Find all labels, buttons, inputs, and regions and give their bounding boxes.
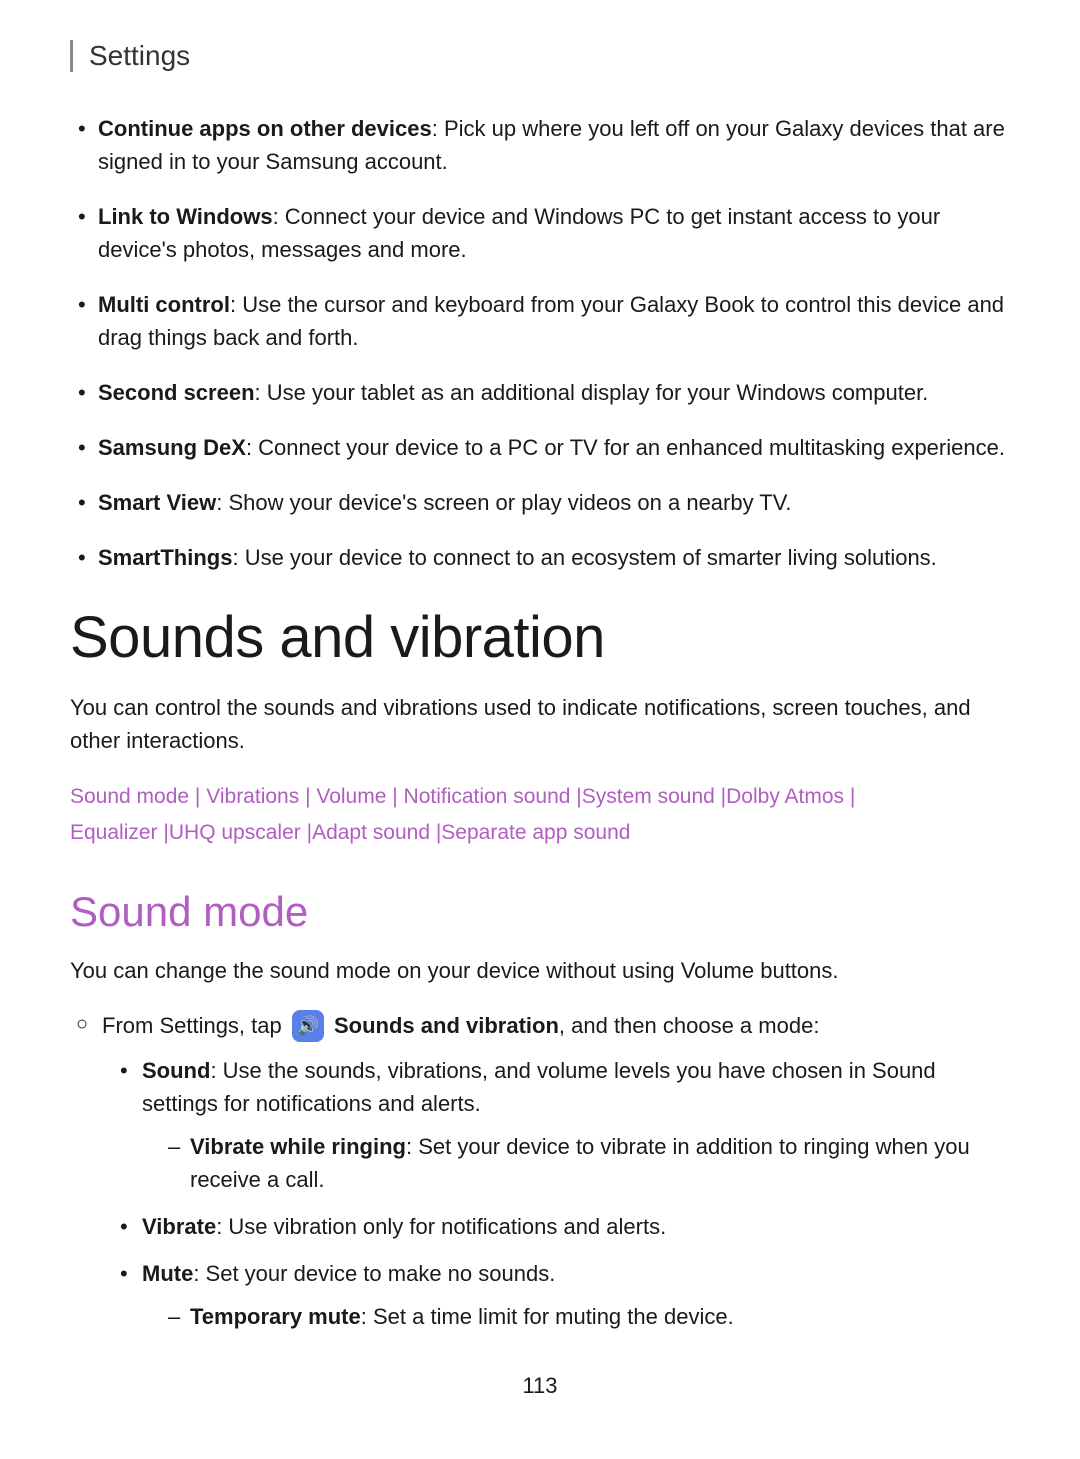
list-item: SmartThings: Use your device to connect … (70, 541, 1010, 574)
nav-link-system-sound[interactable]: System sound (582, 785, 715, 808)
term-multi-control: Multi control (98, 292, 230, 317)
desc-smart-view: : Show your device's screen or play vide… (216, 490, 791, 515)
mute-sub-list: Temporary mute: Set a time limit for mut… (162, 1300, 1010, 1333)
sub-vibrate-while-ringing: Vibrate while ringing: Set your device t… (162, 1130, 1010, 1196)
page: Settings Continue apps on other devices:… (0, 0, 1080, 1459)
term-samsung-dex: Samsung DeX (98, 435, 246, 460)
mode-sound-term: Sound (142, 1058, 210, 1083)
desc-multi-control: : Use the cursor and keyboard from your … (98, 292, 1004, 350)
desc-samsung-dex: : Connect your device to a PC or TV for … (246, 435, 1005, 460)
page-number: 113 (70, 1373, 1010, 1399)
nav-link-separate-app-sound[interactable]: Separate app sound (441, 821, 630, 844)
list-item: Link to Windows: Connect your device and… (70, 200, 1010, 266)
term-continue-apps: Continue apps on other devices (98, 116, 432, 141)
mode-mute-term: Mute (142, 1261, 193, 1286)
mode-sound-desc: : Use the sounds, vibrations, and volume… (142, 1058, 936, 1116)
mode-vibrate: Vibrate: Use vibration only for notifica… (112, 1210, 1010, 1243)
nav-link-uhq-upscaler[interactable]: UHQ upscaler (169, 821, 301, 844)
feature-list: Continue apps on other devices: Pick up … (70, 112, 1010, 574)
section-intro: You can control the sounds and vibration… (70, 691, 1010, 757)
mode-vibrate-term: Vibrate (142, 1214, 216, 1239)
step-list: From Settings, tap Sounds and vibration,… (70, 1009, 1010, 1332)
term-link-windows: Link to Windows (98, 204, 273, 229)
sound-mode-title: Sound mode (70, 888, 1010, 936)
section-title: Sounds and vibration (70, 604, 1010, 671)
list-item: Continue apps on other devices: Pick up … (70, 112, 1010, 178)
list-item: Multi control: Use the cursor and keyboa… (70, 288, 1010, 354)
sound-mode-intro: You can change the sound mode on your de… (70, 954, 1010, 987)
mode-vibrate-desc: : Use vibration only for notifications a… (216, 1214, 666, 1239)
desc-smartthings: : Use your device to connect to an ecosy… (232, 545, 936, 570)
sub-temp-mute-desc: : Set a time limit for muting the device… (361, 1304, 734, 1329)
term-smart-view: Smart View (98, 490, 216, 515)
mode-mute-desc: : Set your device to make no sounds. (193, 1261, 555, 1286)
nav-link-adapt-sound[interactable]: Adapt sound (312, 821, 430, 844)
list-item: Samsung DeX: Connect your device to a PC… (70, 431, 1010, 464)
list-item: Smart View: Show your device's screen or… (70, 486, 1010, 519)
sub-temp-mute-term: Temporary mute (190, 1304, 361, 1329)
list-item: Second screen: Use your tablet as an add… (70, 376, 1010, 409)
modes-list: Sound: Use the sounds, vibrations, and v… (112, 1054, 1010, 1333)
term-smartthings: SmartThings (98, 545, 232, 570)
step-suffix: , and then choose a mode: (559, 1013, 820, 1038)
sub-temporary-mute: Temporary mute: Set a time limit for mut… (162, 1300, 1010, 1333)
sound-sub-list: Vibrate while ringing: Set your device t… (162, 1130, 1010, 1196)
mode-mute: Mute: Set your device to make no sounds.… (112, 1257, 1010, 1333)
sounds-vibration-icon (292, 1010, 324, 1042)
nav-link-notification-sound[interactable]: Notification sound (404, 785, 571, 808)
nav-link-equalizer[interactable]: Equalizer (70, 821, 158, 844)
desc-second-screen: : Use your tablet as an additional displ… (255, 380, 929, 405)
page-title: Settings (89, 40, 1010, 72)
nav-link-dolby-atmos[interactable]: Dolby Atmos (726, 785, 844, 808)
nav-link-vibrations[interactable]: Vibrations (206, 785, 299, 808)
header-bar: Settings (70, 40, 1010, 72)
step-action-term: Sounds and vibration (334, 1013, 559, 1038)
mode-sound: Sound: Use the sounds, vibrations, and v… (112, 1054, 1010, 1196)
nav-link-volume[interactable]: Volume (316, 785, 386, 808)
sub-vibrate-term: Vibrate while ringing (190, 1134, 406, 1159)
term-second-screen: Second screen (98, 380, 255, 405)
nav-links: Sound mode | Vibrations | Volume | Notif… (70, 779, 1010, 850)
step-item: From Settings, tap Sounds and vibration,… (70, 1009, 1010, 1332)
nav-link-sound-mode[interactable]: Sound mode (70, 785, 189, 808)
step-prefix: From Settings, tap (102, 1013, 282, 1038)
